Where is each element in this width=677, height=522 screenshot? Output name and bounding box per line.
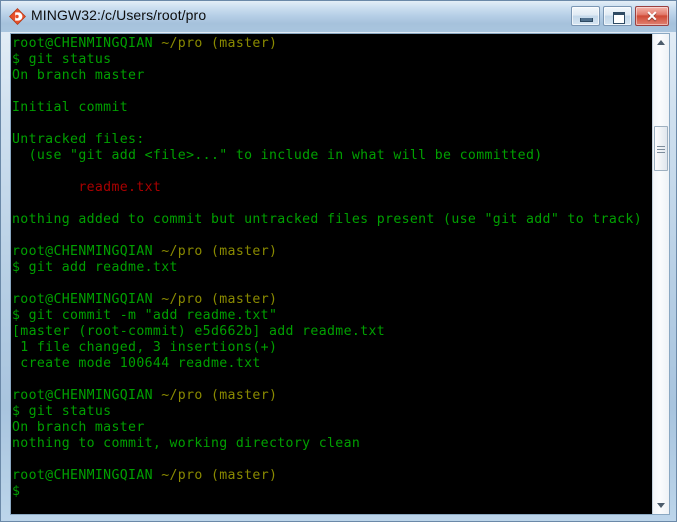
prompt-user-host: root@CHENMINGQIAN [12,468,162,483]
terminal-line: root@CHENMINGQIAN ~/pro (master) [12,292,652,308]
terminal-screen[interactable]: root@CHENMINGQIAN ~/pro (master) $ git st… [11,34,654,514]
prompt-path: ~/pro [161,36,211,51]
prompt-branch: (master) [210,388,278,403]
prompt-branch: (master) [210,244,278,259]
terminal-frame: root@CHENMINGQIAN ~/pro (master) $ git st… [10,33,670,515]
terminal-line: nothing to commit, working directory cle… [12,436,361,451]
prompt-path: ~/pro [161,468,211,483]
grip-line [657,152,665,153]
git-diamond-icon [9,8,26,25]
minimize-button[interactable] [571,6,600,26]
terminal-line: $ git commit -m "add readme.txt" [12,308,278,323]
terminal-line: $ git status [12,404,112,419]
window-title: MINGW32:/c/Users/root/pro [31,7,207,23]
prompt-branch: (master) [210,292,278,307]
grip-line [657,149,665,150]
terminal-line: $ git status [12,52,112,67]
grip-line [657,146,665,147]
close-button[interactable]: ✕ [635,6,669,26]
terminal-window: MINGW32:/c/Users/root/pro ✕ root@CHENMIN… [0,0,677,522]
prompt-user-host: root@CHENMINGQIAN [12,388,162,403]
terminal-line: [master (root-commit) e5d662b] add readm… [12,324,386,339]
terminal-line: root@CHENMINGQIAN ~/pro (master) [12,244,652,260]
minimize-icon [580,18,593,22]
terminal-scrollbar[interactable] [652,34,669,514]
terminal-line: root@CHENMINGQIAN ~/pro (master) [12,468,652,484]
terminal-line: $ [12,484,21,499]
scrollbar-thumb[interactable] [654,126,668,171]
chevron-down-icon [657,503,665,508]
prompt-user-host: root@CHENMINGQIAN [12,36,162,51]
terminal-line: root@CHENMINGQIAN ~/pro (master) [12,388,652,404]
terminal-line: create mode 100644 readme.txt [12,356,261,371]
terminal-line: On branch master [12,420,145,435]
scroll-up-arrow-icon[interactable] [653,34,669,51]
terminal-line: nothing added to commit but untracked fi… [12,212,643,227]
terminal-line: root@CHENMINGQIAN ~/pro (master) [12,36,652,52]
terminal-line: Untracked files: [12,132,145,147]
close-icon: ✕ [646,8,658,24]
maximize-button[interactable] [603,6,632,26]
terminal-output: root@CHENMINGQIAN ~/pro (master) $ git st… [12,36,652,500]
terminal-line: $ git add readme.txt [12,260,178,275]
maximize-icon [613,12,625,24]
prompt-path: ~/pro [161,292,211,307]
prompt-user-host: root@CHENMINGQIAN [12,244,162,259]
prompt-branch: (master) [210,36,278,51]
terminal-line: Initial commit [12,100,129,115]
window-titlebar[interactable]: MINGW32:/c/Users/root/pro ✕ [1,1,676,32]
prompt-branch: (master) [210,468,278,483]
scroll-down-arrow-icon[interactable] [653,497,669,514]
terminal-line: 1 file changed, 3 insertions(+) [12,340,278,355]
terminal-line: readme.txt [12,180,162,195]
prompt-path: ~/pro [161,388,211,403]
terminal-line: On branch master [12,68,145,83]
chevron-up-icon [657,40,665,45]
prompt-user-host: root@CHENMINGQIAN [12,292,162,307]
terminal-line: (use "git add <file>..." to include in w… [12,148,543,163]
prompt-path: ~/pro [161,244,211,259]
